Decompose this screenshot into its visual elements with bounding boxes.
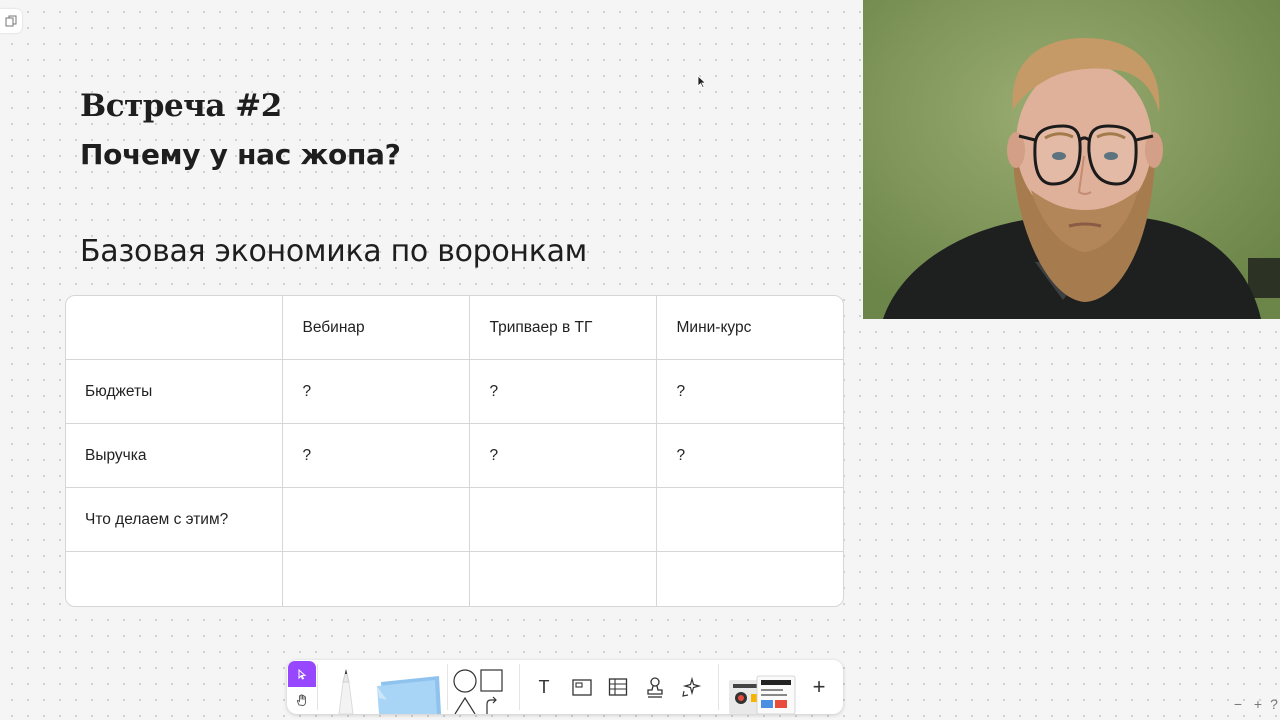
table-header-row: Вебинар Трипваер в ТГ Мини-курс <box>66 296 843 360</box>
table-cell[interactable] <box>656 487 843 552</box>
help-button[interactable]: ? <box>1268 694 1280 714</box>
shapes-icon <box>453 669 503 714</box>
pen-icon <box>338 669 354 714</box>
toolbar-divider <box>317 664 318 710</box>
table-row: Бюджеты ? ? ? <box>66 359 843 424</box>
ai-tool-button[interactable] <box>676 674 706 700</box>
table-cell[interactable]: ? <box>469 359 657 424</box>
bottom-toolbar: T + <box>287 660 843 714</box>
table-cell[interactable]: Бюджеты <box>66 359 283 424</box>
toolbar-divider <box>718 664 719 710</box>
table-row <box>66 551 843 607</box>
select-tool-button[interactable] <box>288 661 316 687</box>
table-cell[interactable] <box>282 551 470 606</box>
select-icon <box>298 668 307 680</box>
hand-icon <box>296 694 306 706</box>
table-cell[interactable]: Что делаем с этим? <box>66 487 283 552</box>
section-title[interactable]: Базовая экономика по воронкам <box>80 234 587 269</box>
table-cell[interactable] <box>469 551 657 606</box>
table-cell[interactable]: ? <box>656 359 843 424</box>
stamp-tool-button[interactable] <box>640 674 670 700</box>
table-cell[interactable]: Выручка <box>66 423 283 488</box>
table-header-cell[interactable]: Вебинар <box>282 296 470 360</box>
table-cell[interactable] <box>66 551 283 606</box>
table-cell[interactable]: ? <box>469 423 657 488</box>
add-more-button[interactable]: + <box>805 674 833 700</box>
zoom-out-button[interactable]: − <box>1228 694 1248 714</box>
mouse-cursor-icon <box>697 75 707 89</box>
pen-tool-button[interactable] <box>329 664 363 714</box>
text-tool-button[interactable]: T <box>529 674 559 700</box>
sticky-note-icon <box>377 676 441 714</box>
frame-tool-button[interactable] <box>567 674 597 700</box>
page-icon[interactable] <box>0 9 22 33</box>
table-header-cell[interactable]: Мини-курс <box>656 296 843 360</box>
toolbar-divider <box>447 664 448 710</box>
stamp-icon <box>647 677 663 698</box>
table-cell[interactable] <box>469 487 657 552</box>
plus-icon: + <box>812 674 826 699</box>
templates-tool-button[interactable] <box>727 670 797 714</box>
table-cell[interactable]: ? <box>282 423 470 488</box>
frame-icon <box>572 679 592 696</box>
table-row: Выручка ? ? ? <box>66 423 843 488</box>
shapes-tool-button[interactable] <box>452 668 504 714</box>
table-header-cell[interactable]: Трипваер в ТГ <box>469 296 657 360</box>
table-icon <box>608 678 628 696</box>
table-cell[interactable]: ? <box>282 359 470 424</box>
text-icon: T <box>538 676 550 697</box>
table-cell[interactable] <box>656 552 843 607</box>
webcam-video <box>863 0 1280 319</box>
presenter-video-frame <box>863 0 1280 319</box>
ai-sparkle-icon <box>682 676 702 697</box>
zoom-in-button[interactable]: + <box>1248 694 1268 714</box>
funnel-table[interactable]: Вебинар Трипваер в ТГ Мини-курс Бюджеты … <box>65 295 844 607</box>
hand-tool-button[interactable] <box>288 687 316 713</box>
table-row: Что делаем с этим? <box>66 487 843 552</box>
table-cell[interactable]: ? <box>656 423 843 488</box>
toolbar-divider <box>519 664 520 710</box>
slide-subtitle[interactable]: Почему у нас жопа? <box>80 138 401 171</box>
table-tool-button[interactable] <box>603 674 633 700</box>
copy-icon <box>5 15 17 27</box>
sticky-note-tool-button[interactable] <box>375 670 443 714</box>
templates-icon <box>729 675 796 714</box>
table-header-cell[interactable] <box>66 296 283 360</box>
slide-title[interactable]: Встреча #2 <box>80 88 282 124</box>
table-cell[interactable] <box>282 487 470 552</box>
zoom-controls: − + ? <box>1228 693 1280 715</box>
